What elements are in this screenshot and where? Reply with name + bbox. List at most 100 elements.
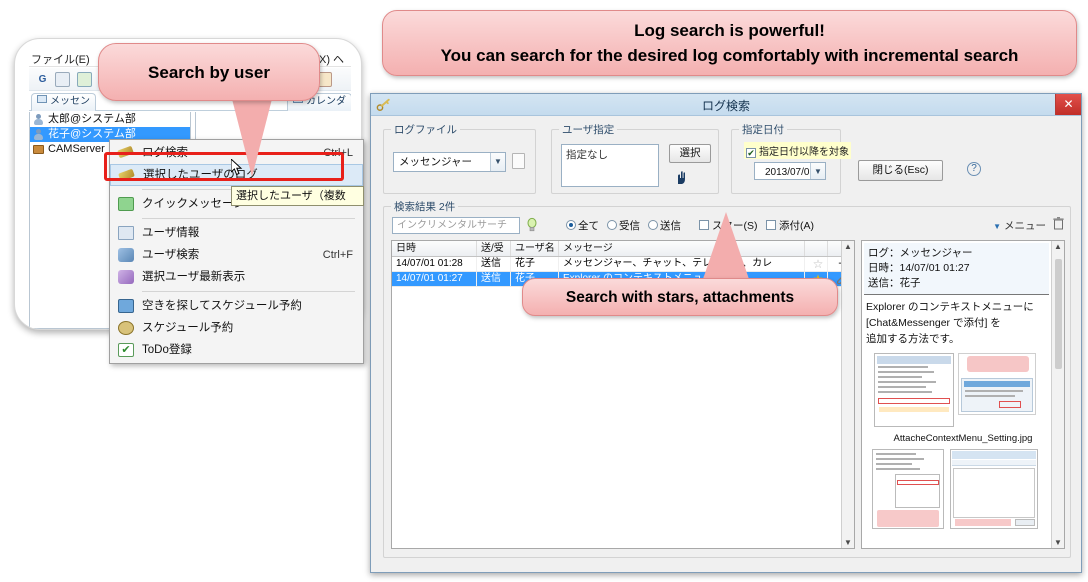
radio-dot: [566, 220, 576, 230]
dialog-title: ログ検索: [701, 99, 750, 113]
user-group-title: ユーザ指定: [559, 122, 618, 137]
filter-label: 添付(A): [779, 220, 814, 232]
cell-username: 花子: [511, 257, 559, 271]
chevron-down-icon[interactable]: ▼: [1054, 538, 1062, 547]
radio-dot: [607, 220, 617, 230]
detail-datetime-label: 日時：14/07/01 01:27: [868, 262, 970, 274]
cell-star[interactable]: ☆: [805, 257, 828, 271]
ctx-item-label: クイックメッセージ: [142, 198, 245, 210]
trash-icon[interactable]: [1053, 217, 1064, 230]
logfile-selected-value: メッセンジャー: [399, 156, 472, 168]
date-filter-label: 指定日付以降を対象: [759, 147, 849, 158]
checkbox-box: ✔: [746, 148, 756, 158]
date-group-title: 指定日付: [739, 122, 787, 137]
attachment-thumbnail-4[interactable]: [950, 449, 1038, 529]
results-count-label: 検索結果 2件: [391, 199, 459, 214]
detail-scrollbar[interactable]: ▲ ▼: [1051, 241, 1064, 548]
filter-label: 全て: [578, 220, 599, 232]
tree-item-taro[interactable]: 太郎@システム部: [30, 112, 190, 127]
logfile-group: ログファイル メッセンジャー ▼: [383, 122, 536, 194]
ctx-item-schedule-reserve[interactable]: スケジュール予約: [110, 317, 363, 339]
message-icon: [118, 197, 134, 211]
bulb-icon: [527, 217, 537, 232]
column-header-datetime[interactable]: 日時: [392, 241, 477, 256]
google-icon[interactable]: G: [35, 72, 50, 87]
cell-direction: 送信: [477, 272, 511, 286]
note-icon[interactable]: [77, 72, 92, 87]
date-filter-checkbox[interactable]: ✔ 指定日付以降を対象: [744, 142, 851, 159]
calendar-icon: [118, 299, 134, 313]
ctx-item-label: 空きを探してスケジュール予約: [142, 300, 302, 312]
hand-pointer-icon: [678, 171, 685, 184]
help-icon[interactable]: ?: [967, 162, 981, 176]
chevron-down-icon[interactable]: ▼: [490, 153, 505, 171]
attachment-thumbnail-2[interactable]: [958, 353, 1036, 415]
ctx-item-label: 選択ユーザ最新表示: [142, 271, 246, 283]
checkbox-box: [766, 220, 776, 230]
chevron-down-icon[interactable]: ▼: [810, 163, 825, 179]
ctx-item-user-search[interactable]: ユーザ検索 Ctrl+F: [110, 244, 363, 266]
attachment-filename: AttacheContextMenu_Setting.jpg: [893, 433, 1033, 444]
select-user-button[interactable]: 選択: [669, 144, 711, 163]
clipboard-icon[interactable]: [55, 72, 70, 87]
attachment-thumbnail-1[interactable]: [874, 353, 954, 427]
tab-messenger-label: メッセン: [50, 96, 90, 107]
column-header-username[interactable]: ユーザ名: [511, 241, 559, 256]
menu-separator: [142, 291, 355, 292]
person-icon: [33, 114, 43, 125]
ctx-item-todo-register[interactable]: ✔ ToDo登録: [110, 339, 363, 361]
ctx-item-user-info[interactable]: ユーザ情報: [110, 222, 363, 244]
menu-separator: [142, 218, 355, 219]
callout-tail: [702, 212, 750, 282]
column-header-direction[interactable]: 送/受: [477, 241, 511, 256]
ctx-item-label: ToDo登録: [142, 344, 192, 356]
date-select[interactable]: 2013/07/01 ▼: [754, 162, 826, 180]
filter-label: 受信: [619, 220, 640, 232]
column-header-message[interactable]: メッセージ: [559, 241, 805, 256]
date-group: 指定日付 ✔ 指定日付以降を対象 2013/07/01 ▼: [731, 122, 851, 194]
tree-item-label: CAMServer: [48, 143, 105, 155]
check-icon: ✔: [118, 343, 134, 357]
ctx-item-find-free-schedule[interactable]: 空きを探してスケジュール予約: [110, 295, 363, 317]
ctx-item-label: ユーザ検索: [142, 249, 200, 261]
close-dialog-button[interactable]: 閉じる(Esc): [858, 160, 943, 181]
log-detail-pane[interactable]: ログ：メッセンジャー 日時：14/07/01 01:27 送信：花子 Explo…: [861, 240, 1065, 549]
callout-line-2: You can search for the desired log comfo…: [440, 46, 1019, 65]
callout-tail: [232, 99, 272, 177]
menu-help[interactable]: X) ヘ: [319, 51, 344, 67]
server-icon: [33, 145, 44, 154]
callout-line-1: Log search is powerful!: [634, 21, 825, 40]
detail-body-line-2: [Chat&Messenger で添付] を: [866, 317, 1001, 329]
ctx-item-refresh-selected-user[interactable]: 選択ユーザ最新表示: [110, 266, 363, 288]
user-value-box[interactable]: 指定なし: [561, 144, 659, 187]
ctx-item-shortcut: Ctrl+F: [322, 249, 353, 261]
refresh-user-icon: [118, 270, 134, 284]
date-value: 2013/07/01: [764, 167, 816, 178]
logfile-select[interactable]: メッセンジャー ▼: [393, 152, 506, 172]
filter-sent-radio[interactable]: 送信: [648, 218, 681, 233]
detail-body-line-3: 追加する方法です。: [866, 333, 960, 345]
incremental-search-input[interactable]: インクリメンタルサーチ: [392, 217, 520, 234]
filter-all-radio[interactable]: 全て: [566, 218, 599, 233]
table-scrollbar[interactable]: ▲ ▼: [841, 241, 854, 548]
cell-direction: 送信: [477, 257, 511, 271]
attachment-thumbnail-3[interactable]: [872, 449, 944, 529]
filter-received-radio[interactable]: 受信: [607, 218, 640, 233]
menu-file[interactable]: ファイル(E): [31, 51, 90, 67]
cell-message: メッセンジャー、チャット、テレビ会議、カレ: [559, 257, 805, 271]
filter-attach-checkbox[interactable]: 添付(A): [766, 218, 814, 233]
table-header-row: 日時 送/受 ユーザ名 メッセージ: [392, 241, 854, 257]
scrollbar-thumb[interactable]: [1055, 259, 1062, 369]
column-header-star[interactable]: [805, 241, 828, 256]
logfile-group-title: ログファイル: [391, 122, 460, 137]
file-icon[interactable]: [512, 153, 525, 169]
chevron-up-icon[interactable]: ▲: [844, 242, 852, 251]
chevron-up-icon[interactable]: ▲: [1054, 242, 1062, 251]
results-menu-button[interactable]: ▼ メニュー: [993, 218, 1046, 233]
chevron-down-icon[interactable]: ▼: [844, 538, 852, 547]
person-icon: [33, 129, 43, 140]
ctx-item-label: スケジュール予約: [142, 322, 234, 334]
close-icon[interactable]: ✕: [1055, 94, 1081, 115]
user-group: ユーザ指定 指定なし 選択: [551, 122, 719, 194]
table-row[interactable]: 14/07/01 01:28 送信 花子 メッセンジャー、チャット、テレビ会議、…: [392, 257, 854, 272]
